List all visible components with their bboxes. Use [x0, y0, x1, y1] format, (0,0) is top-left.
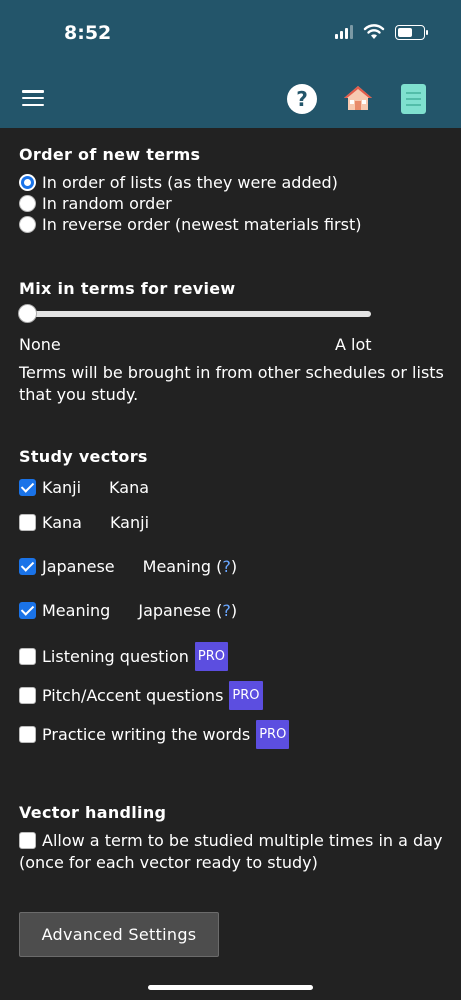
slider-min-label: None	[19, 335, 61, 354]
signal-icon	[335, 25, 353, 39]
vector-meaning-japanese[interactable]: Meaning Japanese (?)	[19, 601, 237, 620]
checkbox-icon[interactable]	[19, 514, 36, 531]
home-indicator[interactable]	[148, 985, 313, 990]
status-icons	[335, 24, 428, 40]
radio-icon[interactable]	[19, 216, 36, 233]
radio-selected-icon[interactable]	[19, 174, 36, 191]
slider-thumb[interactable]	[18, 304, 37, 323]
vector-to: Japanese (?)	[138, 601, 238, 620]
checkbox-icon[interactable]	[19, 648, 36, 665]
help-icon[interactable]: ?	[287, 84, 317, 114]
vector-to: Kanji	[109, 513, 150, 532]
vector-from: Kanji	[42, 478, 82, 497]
vector-label: Pitch/Accent questions	[42, 686, 224, 705]
order-option-label: In reverse order (newest materials first…	[42, 215, 362, 234]
checkbox-checked-icon[interactable]	[19, 602, 36, 619]
help-link[interactable]: ?	[222, 601, 231, 620]
order-option-random[interactable]: In random order	[19, 194, 172, 213]
vector-label: Listening question	[42, 647, 189, 666]
vector-listening[interactable]: Listening question PRO	[19, 642, 229, 671]
vector-from: Meaning	[42, 601, 111, 620]
vector-japanese-meaning[interactable]: Japanese Meaning (?)	[19, 557, 237, 576]
handling-line2: (once for each vector ready to study)	[19, 853, 318, 872]
checkbox-icon[interactable]	[19, 687, 36, 704]
status-time: 8:52	[64, 22, 112, 44]
vector-kanji-kana[interactable]: Kanji Kana	[19, 478, 149, 497]
pro-badge: PRO	[256, 720, 290, 749]
menu-icon[interactable]	[22, 90, 44, 106]
vector-from: Japanese	[42, 557, 115, 576]
review-mix-slider[interactable]	[22, 311, 371, 317]
handling-option[interactable]: Allow a term to be studied multiple time…	[19, 831, 442, 850]
order-option-label: In order of lists (as they were added)	[42, 173, 338, 192]
advanced-settings-button[interactable]: Advanced Settings	[19, 912, 219, 957]
book-icon[interactable]	[401, 84, 426, 114]
vectors-section-title: Study vectors	[19, 447, 148, 466]
vector-label: Practice writing the words	[42, 725, 251, 744]
handling-section-title: Vector handling	[19, 803, 167, 822]
vector-to: Kana	[109, 478, 150, 497]
mix-description: Terms will be brought in from other sche…	[19, 363, 444, 404]
vector-pitch-accent[interactable]: Pitch/Accent questions PRO	[19, 681, 263, 710]
vector-kana-kanji[interactable]: Kana Kanji	[19, 513, 149, 532]
help-link[interactable]: ?	[222, 557, 231, 576]
slider-max-label: A lot	[335, 335, 372, 354]
checkbox-checked-icon[interactable]	[19, 479, 36, 496]
battery-icon	[395, 24, 428, 40]
app-header: 8:52 ?	[0, 0, 461, 128]
checkbox-checked-icon[interactable]	[19, 558, 36, 575]
radio-icon[interactable]	[19, 195, 36, 212]
order-section-title: Order of new terms	[19, 145, 201, 164]
checkbox-icon[interactable]	[19, 726, 36, 743]
wifi-icon	[363, 24, 385, 39]
vector-to: Meaning (?)	[142, 557, 238, 576]
order-option-reverse[interactable]: In reverse order (newest materials first…	[19, 215, 361, 234]
mix-section-title: Mix in terms for review	[19, 279, 236, 298]
vector-writing[interactable]: Practice writing the words PRO	[19, 720, 290, 749]
home-icon[interactable]	[343, 84, 373, 112]
order-option-label: In random order	[42, 194, 172, 213]
order-option-lists[interactable]: In order of lists (as they were added)	[19, 173, 338, 192]
pro-badge: PRO	[229, 681, 263, 710]
handling-line1: Allow a term to be studied multiple time…	[42, 831, 443, 850]
pro-badge: PRO	[194, 642, 229, 671]
vector-from: Kana	[42, 513, 82, 532]
checkbox-icon[interactable]	[19, 832, 36, 849]
